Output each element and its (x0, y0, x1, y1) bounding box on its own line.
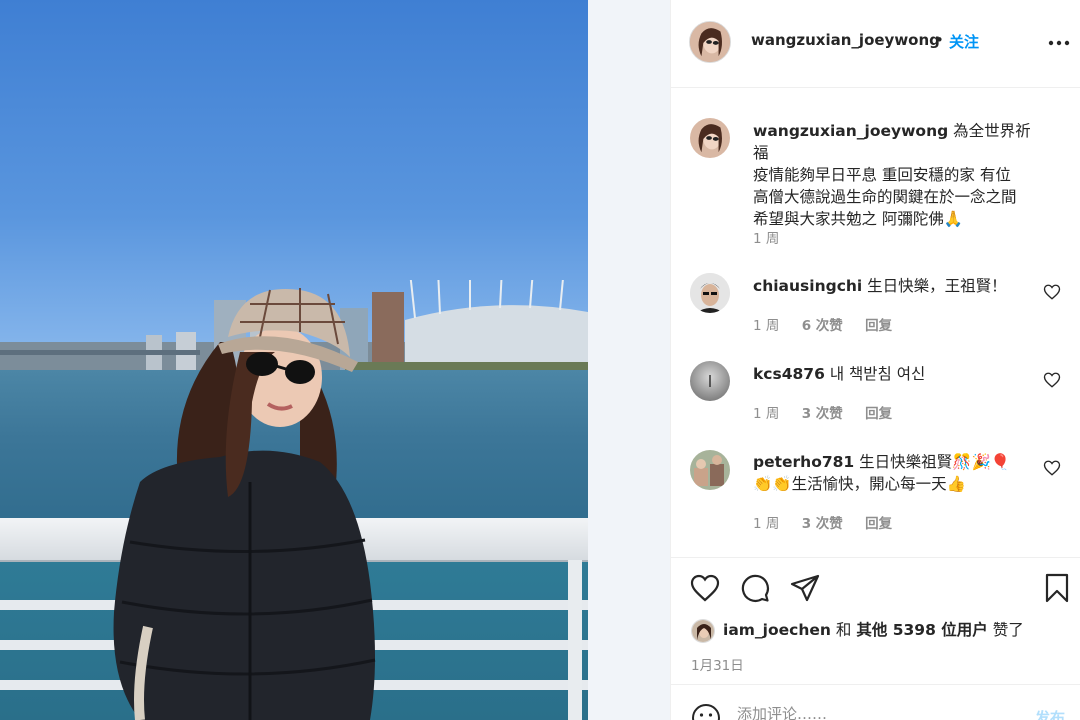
comment-body: 👏👏生活愉快，開心每一天👍 (753, 475, 966, 493)
add-comment-bar: 发布 (671, 684, 1080, 720)
comment-username[interactable]: chiausingchi (753, 277, 862, 295)
caption-time[interactable]: 1 周 (753, 231, 779, 247)
author-avatar[interactable] (689, 21, 731, 63)
comment-meta: 1 周 3 次赞 回复 (753, 512, 910, 532)
caption-avatar[interactable] (690, 118, 730, 158)
comment-body: 내 책받침 여신 (829, 365, 926, 383)
railing-post (568, 560, 582, 720)
liker-username[interactable]: iam_joechen (723, 621, 831, 639)
post-comment-button[interactable]: 发布 (1035, 707, 1065, 720)
caption-line: 疫情能夠早日平息 重回安穩的家 有位 (753, 166, 1011, 184)
comment-input[interactable] (737, 705, 1017, 720)
liker-avatar[interactable] (691, 618, 715, 643)
comment-text: peterho781 生日快樂祖賢🎊🎉🎈 👏👏生活愉快，開心每一天👍 (753, 451, 1043, 495)
heart-icon[interactable] (689, 572, 721, 604)
comment-time[interactable]: 1 周 (753, 516, 779, 532)
comment-likes[interactable]: 3 次赞 (802, 516, 843, 532)
caption-username[interactable]: wangzuxian_joeywong (753, 122, 948, 140)
reply-button[interactable]: 回复 (865, 318, 892, 334)
comment-avatar[interactable] (690, 273, 730, 313)
follow-button[interactable]: 关注 (949, 31, 979, 52)
comment-avatar[interactable] (690, 361, 730, 401)
comment-time[interactable]: 1 周 (753, 406, 779, 422)
emoji-icon[interactable] (691, 703, 721, 720)
comment-like-heart-icon[interactable] (1043, 371, 1061, 389)
comment-likes[interactable]: 6 次赞 (802, 318, 843, 334)
likes-summary[interactable]: iam_joechen 和 其他 5398 位用户 赞了 (691, 618, 1024, 643)
likes-suffix: 赞了 (992, 621, 1024, 639)
bookmark-icon[interactable] (1041, 572, 1073, 604)
reply-button[interactable]: 回复 (865, 406, 892, 422)
post-actions: iam_joechen 和 其他 5398 位用户 赞了 1月31日 (671, 557, 1080, 693)
comment-username[interactable]: peterho781 (753, 453, 854, 471)
comment-like-heart-icon[interactable] (1043, 283, 1061, 301)
comment-like-heart-icon[interactable] (1043, 459, 1061, 477)
caption-line: 希望與大家共勉之 阿彌陀佛🙏 (753, 210, 964, 228)
comments-list[interactable]: wangzuxian_joeywong 為全世界祈福 疫情能夠早日平息 重回安穩… (671, 89, 1080, 557)
author-username[interactable]: wangzuxian_joeywong (751, 31, 940, 49)
comment-icon[interactable] (739, 572, 771, 604)
page-background-gap (588, 0, 670, 720)
comment-meta: 1 周 6 次赞 回复 (753, 314, 910, 334)
comment-username[interactable]: kcs4876 (753, 365, 825, 383)
comment-meta: 1 周 3 次赞 回复 (753, 402, 910, 422)
comment-avatar[interactable] (690, 450, 730, 490)
comment-likes[interactable]: 3 次赞 (802, 406, 843, 422)
reply-button[interactable]: 回复 (865, 516, 892, 532)
post-detail-panel: wangzuxian_joeywong • 关注 wangzuxian_joey… (670, 0, 1080, 720)
post-date[interactable]: 1月31日 (691, 654, 744, 674)
likes-and: 和 (835, 621, 852, 639)
caption-line: 高僧大德說過生命的関鍵在於一念之間 (753, 188, 1017, 206)
comment-body: 生日快樂，王祖賢！ (867, 277, 1007, 295)
share-icon[interactable] (789, 572, 821, 604)
post-header: wangzuxian_joeywong • 关注 (671, 0, 1080, 88)
comment-text: kcs4876 내 책받침 여신 (753, 363, 1043, 385)
comment-text: chiausingchi 生日快樂，王祖賢！ (753, 275, 1043, 297)
likes-others[interactable]: 其他 5398 位用户 (856, 621, 987, 639)
caption-text: wangzuxian_joeywong 為全世界祈福 疫情能夠早日平息 重回安穩… (753, 120, 1043, 230)
more-icon[interactable] (1047, 33, 1071, 53)
post-photo[interactable] (0, 0, 588, 720)
comment-body: 生日快樂祖賢🎊🎉🎈 (859, 453, 1011, 471)
woman-figure (113, 288, 376, 720)
comment-time[interactable]: 1 周 (753, 318, 779, 334)
separator-dot: • (935, 31, 944, 49)
caption-meta: 1 周 (753, 227, 797, 247)
